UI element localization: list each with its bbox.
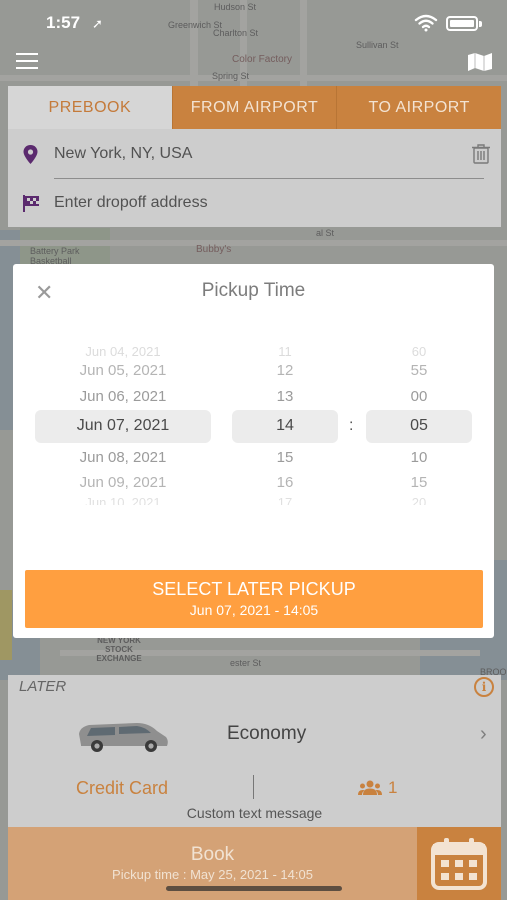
booking-mode-label: LATER — [19, 678, 67, 695]
home-indicator[interactable] — [166, 886, 342, 891]
minute-option[interactable]: 60 — [366, 344, 472, 359]
schedule-button[interactable] — [417, 827, 501, 900]
time-colon: : — [349, 417, 354, 434]
date-option[interactable]: Jun 08, 2021 — [35, 449, 211, 466]
pickup-row[interactable]: New York, NY, USA — [8, 130, 501, 178]
minute-option[interactable]: 15 — [366, 474, 472, 491]
hour-option[interactable]: 11 — [232, 344, 338, 359]
calendar-icon — [431, 838, 487, 890]
vehicle-type[interactable]: Economy — [227, 723, 306, 745]
tab-prebook[interactable]: PREBOOK — [8, 86, 172, 129]
booking-tabs: PREBOOK FROM AIRPORT TO AIRPORT — [8, 86, 502, 129]
tab-to-airport[interactable]: TO AIRPORT — [336, 86, 502, 129]
trash-icon[interactable] — [472, 144, 490, 164]
custom-message: Custom text message — [186, 805, 323, 821]
minute-option[interactable]: 20 — [366, 495, 472, 505]
battery-icon — [446, 16, 478, 31]
pickup-address[interactable]: New York, NY, USA — [54, 145, 192, 163]
payment-divider — [253, 775, 254, 799]
date-option[interactable]: Jun 09, 2021 — [35, 474, 211, 491]
hour-option[interactable]: 15 — [232, 449, 338, 466]
hour-option[interactable]: 16 — [232, 474, 338, 491]
modal-title: Pickup Time — [201, 280, 306, 301]
battery-tip — [479, 21, 482, 27]
pickup-pin-icon — [23, 144, 38, 164]
select-later-pickup-button[interactable]: SELECT LATER PICKUP Jun 07, 2021 - 14:05 — [25, 570, 483, 628]
info-icon[interactable]: i — [474, 677, 494, 697]
hour-option[interactable]: 13 — [232, 388, 338, 405]
hour-option[interactable]: 17 — [232, 495, 338, 505]
pickup-time-modal: ✕ Pickup Time Jun 04, 2021 Jun 05, 2021 … — [13, 264, 494, 638]
dropoff-row[interactable]: Enter dropoff address — [8, 179, 501, 227]
book-pickup-time: Pickup time : May 25, 2021 - 14:05 — [112, 867, 313, 882]
hour-option[interactable]: 12 — [232, 362, 338, 379]
passenger-count[interactable]: 1 — [388, 778, 397, 798]
date-option[interactable]: Jun 06, 2021 — [35, 388, 211, 405]
booking-sheet: LATER i Economy › Credit Card 1 Custom t… — [8, 675, 501, 900]
date-option[interactable]: Jun 04, 2021 — [35, 344, 211, 359]
wifi-icon — [414, 14, 438, 32]
dropoff-input[interactable]: Enter dropoff address — [54, 194, 208, 212]
car-icon — [79, 723, 168, 752]
hour-wheel[interactable]: 11 12 13 14 15 16 17 — [232, 340, 338, 510]
status-time: 1:57 — [46, 13, 81, 32]
minute-option[interactable]: 55 — [366, 362, 472, 379]
map-icon[interactable] — [467, 52, 493, 72]
hour-option-selected[interactable]: 14 — [232, 417, 338, 435]
chevron-right-icon[interactable]: › — [480, 723, 487, 746]
location-arrow-icon: ➚ — [92, 16, 103, 31]
date-option[interactable]: Jun 05, 2021 — [35, 362, 211, 379]
passengers-icon[interactable] — [358, 780, 382, 796]
checkered-flag-icon — [23, 194, 39, 212]
minute-option[interactable]: 10 — [366, 449, 472, 466]
tab-from-airport[interactable]: FROM AIRPORT — [171, 86, 337, 129]
date-option[interactable]: Jun 10, 2021 — [35, 495, 211, 505]
select-later-pickup-value: Jun 07, 2021 - 14:05 — [189, 602, 319, 618]
minute-option[interactable]: 00 — [366, 388, 472, 405]
booking-panel: PREBOOK FROM AIRPORT TO AIRPORT New York… — [8, 86, 502, 227]
date-option-selected[interactable]: Jun 07, 2021 — [35, 417, 211, 435]
book-label: Book — [190, 844, 235, 865]
minute-option-selected[interactable]: 05 — [366, 417, 472, 435]
datetime-picker[interactable]: Jun 04, 2021 Jun 05, 2021 Jun 06, 2021 J… — [13, 340, 494, 510]
status-bar: 1:57 ➚ — [0, 0, 507, 46]
payment-method[interactable]: Credit Card — [76, 778, 168, 799]
select-later-pickup-label: SELECT LATER PICKUP — [152, 579, 356, 599]
date-wheel[interactable]: Jun 04, 2021 Jun 05, 2021 Jun 06, 2021 J… — [35, 340, 211, 510]
menu-icon[interactable] — [16, 53, 38, 71]
minute-wheel[interactable]: 60 55 00 05 10 15 20 — [366, 340, 472, 510]
